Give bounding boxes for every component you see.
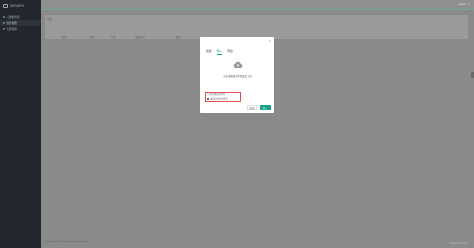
option-label: 覆盖已存在的任务: [210, 98, 228, 101]
sidebar-item-alerts[interactable]: 告警管理: [0, 26, 41, 32]
user-name: admin: [458, 2, 466, 6]
close-icon[interactable]: ×: [269, 39, 271, 43]
column-header[interactable]: 创建时间: [135, 35, 145, 39]
watermark: CSDN @zhangjin: [449, 242, 468, 245]
sidebar-item-label: 告警管理: [6, 28, 17, 31]
cloud-upload-icon: [233, 61, 243, 68]
menu-icon: [3, 28, 5, 30]
logo-icon: [3, 4, 8, 8]
tab-create[interactable]: 新建: [206, 49, 212, 55]
overwrite-option[interactable]: 覆盖已存在的任务: [207, 97, 238, 102]
menu-icon: [3, 16, 5, 18]
footer-copyright: Copyright © 2019 Seraph. All Rights Rese…: [44, 241, 90, 243]
tab-import[interactable]: 导入: [216, 49, 223, 55]
panel-title: 任务: [47, 18, 53, 21]
upload-dropzone[interactable]: 点击或拖拽文件到此处上传: [208, 58, 267, 78]
app-logo[interactable]: SERAPH: [3, 4, 24, 8]
upload-hint: 点击或拖拽文件到此处上传: [223, 75, 252, 78]
chevron-down-icon: ▾: [467, 2, 469, 6]
sidebar-item-label: 元数据管理: [6, 16, 20, 19]
task-panel: 任务 名称 类型 状态 创建时间 操作: [45, 15, 468, 39]
sidebar-item-label: 任务管理: [6, 22, 17, 25]
top-bar: admin ▾: [41, 0, 474, 10]
import-dialog: × 新建 导入 导出 点击或拖拽文件到此处上传 已存在同名任务时 覆盖已存在的任…: [200, 37, 274, 113]
tab-export[interactable]: 导出: [227, 49, 233, 55]
cancel-button[interactable]: 取消: [247, 105, 257, 110]
app-name: SERAPH: [10, 4, 24, 8]
sidebar-nav: 元数据管理 任务管理 告警管理: [0, 14, 41, 32]
confirm-button[interactable]: 导入: [259, 105, 271, 110]
menu-icon: [3, 22, 5, 24]
column-header[interactable]: 名称: [62, 35, 67, 39]
sidebar: SERAPH 元数据管理 任务管理 告警管理: [0, 0, 41, 248]
import-options: 已存在同名任务时 覆盖已存在的任务: [205, 92, 241, 102]
column-header[interactable]: 类型: [90, 35, 95, 39]
dialog-tabs: 新建 导入 导出: [206, 49, 233, 55]
column-header[interactable]: 状态: [111, 35, 116, 39]
column-header[interactable]: 操作: [176, 35, 181, 39]
user-menu[interactable]: admin ▾: [459, 3, 469, 6]
